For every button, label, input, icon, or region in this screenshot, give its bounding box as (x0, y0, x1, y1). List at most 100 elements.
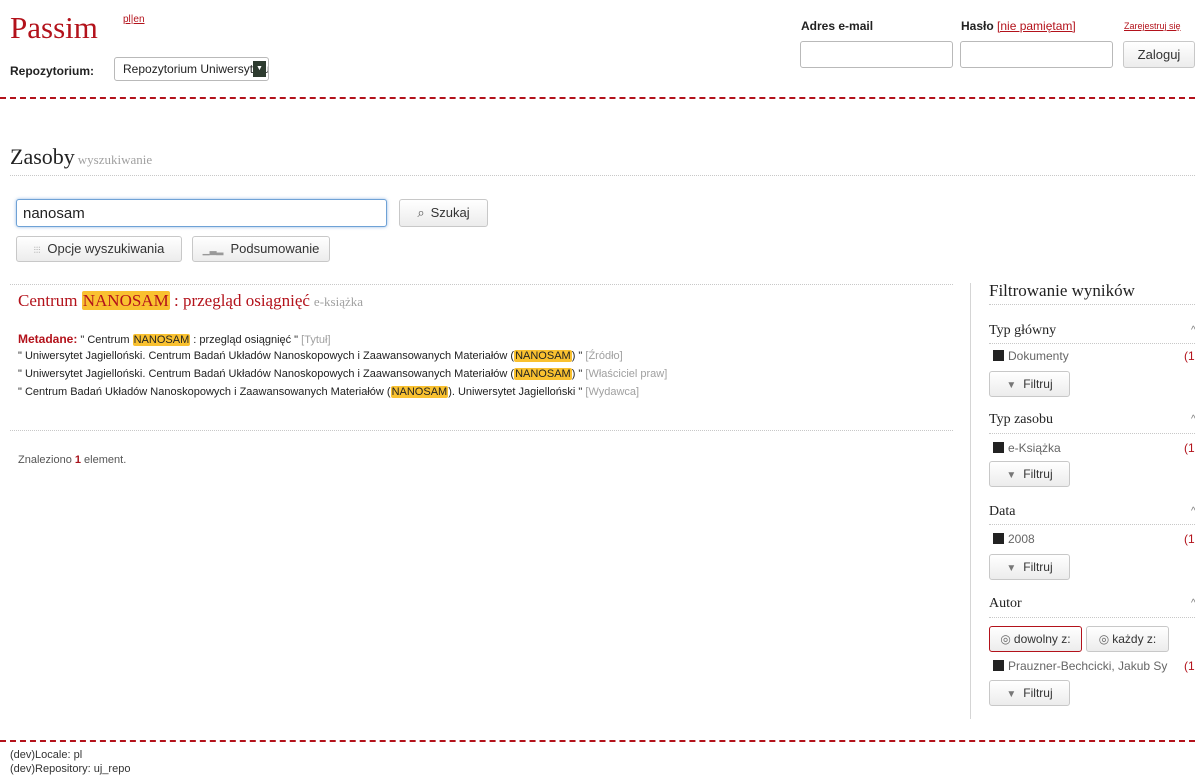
filter-button[interactable]: ▼ Filtruj (989, 461, 1070, 487)
forgot-password-link[interactable]: [nie pamiętam] (997, 19, 1076, 33)
language-switch[interactable]: pl|en (123, 14, 145, 25)
summary-button[interactable]: ▁▃▂ Podsumowanie (192, 236, 330, 262)
filter-button-label: Filtruj (1023, 467, 1053, 481)
filter-button[interactable]: ▼ Filtruj (989, 554, 1070, 580)
filter-option[interactable]: 2008 (993, 532, 1035, 546)
checkbox-icon[interactable] (993, 660, 1004, 671)
mode-all-label: każdy z: (1112, 632, 1157, 646)
metadata-text: : przegląd osiągnięć " (190, 334, 302, 346)
sliders-icon: ⫶⫶⫶ (33, 245, 41, 255)
sidebar-divider (970, 283, 971, 719)
filter-group-divider (989, 524, 1195, 525)
repository-label: Repozytorium: (10, 64, 94, 78)
search-button-label: Szukaj (430, 205, 470, 220)
checkbox-icon[interactable] (993, 533, 1004, 544)
search-icon: ⌕ (417, 205, 425, 220)
filter-option[interactable]: Prauzner-Bechcicki, Jakub Sy (993, 659, 1179, 673)
metadata-line: " Uniwersytet Jagielloński. Centrum Bada… (18, 350, 623, 362)
filter-button-label: Filtruj (1023, 686, 1053, 700)
result-title-text: Centrum (18, 291, 82, 310)
collapse-icon[interactable]: ^ (1191, 414, 1195, 425)
filter-button-label: Filtruj (1023, 377, 1053, 391)
header-divider (0, 97, 1195, 99)
filter-option[interactable]: Dokumenty (993, 349, 1069, 363)
filter-group-title[interactable]: Data (989, 504, 1015, 520)
search-button[interactable]: ⌕ Szukaj (399, 199, 488, 227)
logo[interactable]: Passim (10, 10, 98, 46)
password-label-group: Hasło [nie pamiętam] (961, 19, 1076, 33)
metadata-highlight: NANOSAM (514, 350, 572, 362)
mode-any-button[interactable]: ◎ dowolny z: (989, 626, 1082, 652)
page-title-text: Zasoby (10, 144, 75, 169)
result-count-prefix: Znaleziono (18, 454, 75, 466)
filters-heading-divider (989, 304, 1195, 305)
metadata-line: Metadane: " Centrum NANOSAM : przegląd o… (18, 332, 331, 346)
metadata-text: ) " (571, 368, 586, 380)
footer-repository: (dev)Repository: uj_repo (10, 763, 131, 775)
metadata-line: " Uniwersytet Jagielloński. Centrum Bada… (18, 368, 667, 380)
register-link[interactable]: Zarejestruj się (1124, 21, 1181, 31)
chevron-down-icon: ▼ (253, 61, 266, 77)
result-count: Znaleziono 1 element. (18, 454, 126, 466)
filter-group-title[interactable]: Typ główny (989, 323, 1056, 339)
search-options-button[interactable]: ⫶⫶⫶ Opcje wyszukiwania (16, 236, 182, 262)
search-options-label: Opcje wyszukiwania (47, 241, 165, 256)
result-count-suffix: element. (81, 454, 127, 466)
bar-chart-icon: ▁▃▂ (202, 245, 224, 255)
email-field[interactable] (800, 41, 953, 68)
funnel-icon: ▼ (1006, 470, 1017, 481)
search-input[interactable] (16, 199, 387, 227)
email-label: Adres e-mail (801, 19, 874, 33)
mode-all-button[interactable]: ◎ każdy z: (1086, 626, 1169, 652)
metadata-line: " Centrum Badań Układów Nanoskopowych i … (18, 386, 639, 398)
result-title-text-rest: : przegląd osiągnięć (169, 291, 310, 310)
footer-divider (0, 740, 1195, 742)
login-button[interactable]: Zaloguj (1123, 41, 1195, 68)
metadata-text: " Uniwersytet Jagielloński. Centrum Bada… (18, 350, 515, 362)
checkbox-icon[interactable] (993, 350, 1004, 361)
rings-icon: ◎ (1000, 632, 1011, 646)
metadata-text: " Centrum (77, 334, 133, 346)
filter-option-count: (1 (1184, 532, 1195, 546)
metadata-label: Metadane: (18, 332, 78, 346)
filter-option-count: (1 (1184, 659, 1195, 673)
metadata-text: ) " (571, 350, 586, 362)
mode-any-label: dowolny z: (1013, 632, 1071, 646)
filter-group-divider (989, 343, 1195, 344)
collapse-icon[interactable]: ^ (1191, 598, 1195, 609)
title-divider (10, 175, 1195, 176)
metadata-text: " Uniwersytet Jagielloński. Centrum Bada… (18, 368, 515, 380)
summary-button-label: Podsumowanie (230, 241, 320, 256)
filter-button[interactable]: ▼ Filtruj (989, 680, 1070, 706)
metadata-field: [Źródło] (585, 350, 623, 362)
result-title-highlight: NANOSAM (81, 291, 170, 310)
page-title: Zasoby wyszukiwanie (10, 144, 152, 170)
password-field[interactable] (960, 41, 1113, 68)
filter-option-label: Prauzner-Bechcicki, Jakub Sy (1008, 659, 1168, 673)
filter-group-title[interactable]: Autor (989, 596, 1022, 612)
filter-option-count: (1 (1184, 349, 1195, 363)
metadata-text: ). Uniwersytet Jagielloński " (448, 386, 586, 398)
funnel-icon: ▼ (1006, 380, 1017, 391)
result-type: e-książka (313, 294, 364, 309)
password-label: Hasło (961, 19, 994, 33)
filter-option[interactable]: e-Książka (993, 441, 1061, 455)
filter-group-title[interactable]: Typ zasobu (989, 412, 1053, 428)
filter-option-label: Dokumenty (1008, 349, 1069, 363)
collapse-icon[interactable]: ^ (1191, 325, 1195, 336)
metadata-field: [Właściciel praw] (585, 368, 668, 380)
footer-locale: (dev)Locale: pl (10, 749, 83, 761)
metadata-highlight: NANOSAM (132, 334, 191, 346)
collapse-icon[interactable]: ^ (1191, 506, 1195, 517)
repository-select[interactable]: Repozytorium Uniwersytetu ▼ (114, 57, 269, 81)
filter-option-label: 2008 (1008, 532, 1035, 546)
filter-group-divider (989, 433, 1195, 434)
result-title[interactable]: Centrum NANOSAM : przegląd osiągnięć e-ks… (18, 291, 363, 311)
filter-button[interactable]: ▼ Filtruj (989, 371, 1070, 397)
checkbox-icon[interactable] (993, 442, 1004, 453)
filter-button-label: Filtruj (1023, 560, 1053, 574)
metadata-text: " Centrum Badań Układów Nanoskopowych i … (18, 386, 391, 398)
metadata-highlight: NANOSAM (390, 386, 449, 398)
results-top-divider (10, 284, 953, 285)
metadata-highlight: NANOSAM (514, 368, 572, 380)
